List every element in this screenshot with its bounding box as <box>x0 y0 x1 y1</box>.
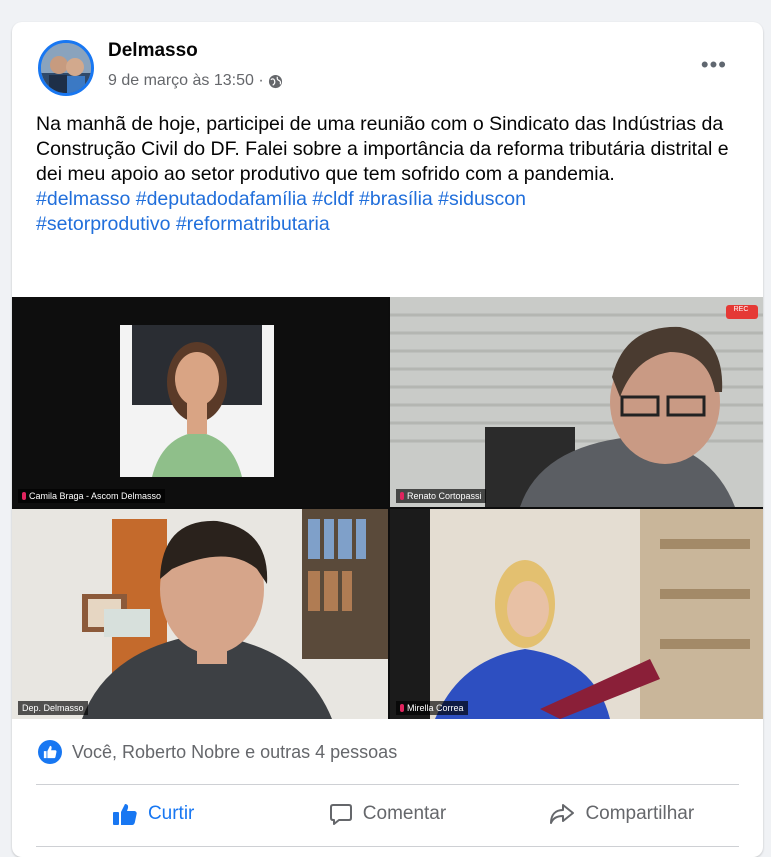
participant-photo-mirella <box>390 509 763 719</box>
participant-tile-renato: REC Renato Cortopassi <box>390 297 763 507</box>
share-button[interactable]: Compartilhar <box>505 792 739 836</box>
comment-label: Comentar <box>362 803 447 824</box>
post-image-video-call[interactable]: Camila Braga - Ascom Delmasso REC Renato… <box>12 297 763 719</box>
muted-mic-icon <box>22 492 26 500</box>
participant-label: Renato Cortopassi <box>396 489 486 503</box>
reactions-text[interactable]: Você, Roberto Nobre e outras 4 pessoas <box>72 742 397 763</box>
participant-photo-camila <box>120 325 274 477</box>
participant-tile-delmasso: Dep. Delmasso <box>12 509 388 719</box>
action-bar: Curtir Comentar Compartilhar <box>36 792 739 836</box>
post-card: Delmasso 9 de março às 13:50 · ••• Na ma… <box>12 22 763 857</box>
more-options-button[interactable]: ••• <box>701 52 727 78</box>
hashtags-line-2[interactable]: #setorprodutivo #reformatributaria <box>36 213 330 235</box>
thumbs-up-icon <box>112 804 137 825</box>
post-text: Na manhã de hoje, participei de uma reun… <box>36 113 729 185</box>
divider <box>36 784 739 785</box>
like-icon <box>38 740 62 764</box>
post-meta: 9 de março às 13:50 · <box>108 72 283 90</box>
participant-label: Mirella Correa <box>396 701 468 715</box>
comment-button[interactable]: Comentar <box>270 792 504 836</box>
participant-label: Camila Braga - Ascom Delmasso <box>18 489 166 503</box>
recording-badge: REC <box>733 306 749 313</box>
like-label: Curtir <box>147 803 195 824</box>
participant-tile-mirella: Mirella Correa <box>390 509 763 719</box>
author-name[interactable]: Delmasso <box>108 40 198 62</box>
participant-tile-camila: Camila Braga - Ascom Delmasso <box>12 297 388 507</box>
participant-label: Dep. Delmasso <box>18 701 88 715</box>
divider <box>36 846 739 847</box>
globe-icon <box>268 74 282 88</box>
like-button[interactable]: Curtir <box>36 792 270 836</box>
muted-mic-icon <box>400 492 404 500</box>
post-timestamp[interactable]: 9 de março às 13:50 · <box>108 72 264 90</box>
author-avatar[interactable] <box>38 40 94 96</box>
comment-icon <box>329 804 352 825</box>
participant-photo-delmasso <box>12 509 388 719</box>
hashtags-line-1[interactable]: #delmasso #deputadodafamília #cldf #bras… <box>36 188 526 210</box>
share-icon <box>550 804 575 824</box>
share-label: Compartilhar <box>585 803 695 824</box>
participant-photo-renato <box>390 297 763 507</box>
post-body: Na manhã de hoje, participei de uma reun… <box>36 112 746 237</box>
muted-mic-icon <box>400 704 404 712</box>
reactions-summary[interactable]: Você, Roberto Nobre e outras 4 pessoas <box>38 740 397 764</box>
